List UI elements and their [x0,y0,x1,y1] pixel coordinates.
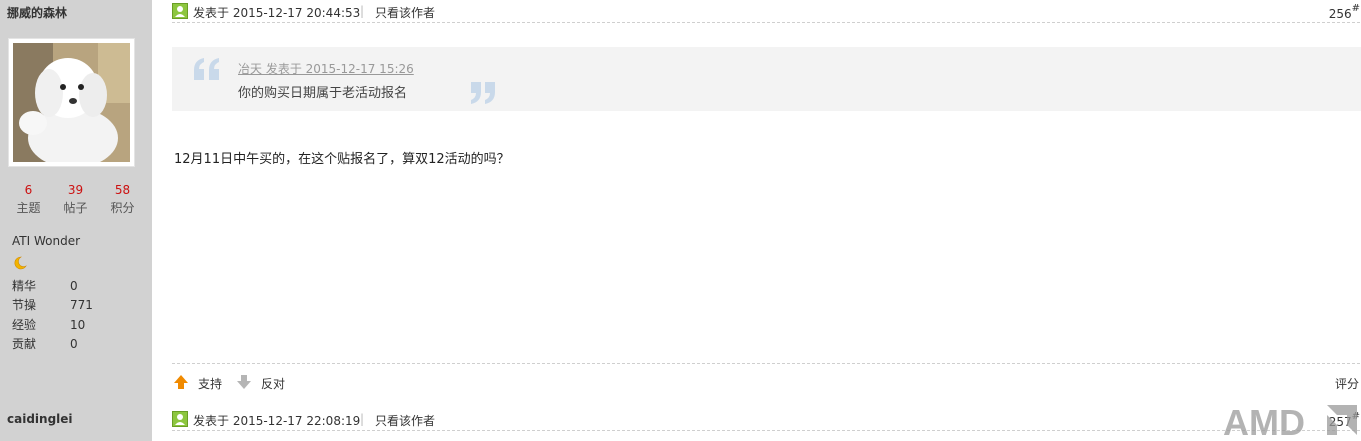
quote-author-link[interactable]: 冶天 发表于 2015-12-17 15:26 [238,60,414,77]
online-status-icon [172,3,188,19]
only-author-link[interactable]: 只看该作者 [375,4,435,21]
credit-name: 贡献 [12,337,37,352]
post-time: 发表于 2015-12-17 22:08:19 [193,414,361,428]
arrow-down-icon [237,375,251,389]
floor-mark: # [1351,3,1360,14]
oppose-button[interactable]: 反对 [236,374,296,391]
post-actions-divider [172,363,1360,364]
online-status-icon [172,411,188,427]
credit-row: 经验 10 [12,316,132,335]
stat-value: 39 [67,183,84,197]
moon-icon [14,256,27,270]
support-button[interactable]: 支持 [173,374,233,391]
stat-label: 帖子 [63,201,88,215]
avatar[interactable] [8,38,135,167]
only-author-link[interactable]: 只看该作者 [375,412,435,429]
floor-number[interactable]: 256# [1328,3,1360,21]
amd-logo: AMD [1223,402,1357,438]
credit-value: 0 [70,279,78,293]
credit-value: 771 [70,298,93,313]
stat-label: 积分 [110,201,135,215]
user-rank[interactable]: ATI Wonder [12,234,80,248]
quote-block: 冶天 发表于 2015-12-17 15:26 你的购买日期属于老活动报名 [172,47,1361,111]
post-time: 发表于 2015-12-17 20:44:53 [193,6,361,20]
post-header: 发表于 2015-12-17 20:44:53 | 只看该作者 256# [172,0,1360,23]
author-stats: 6 主题 39 帖子 58 积分 [5,183,146,218]
separator: | [360,4,365,18]
amd-logo-text: AMD [1223,402,1305,438]
stat-points[interactable]: 58 积分 [99,183,146,218]
arrow-up-icon [174,375,188,389]
stat-value: 58 [114,183,131,197]
open-quote-icon [194,58,219,80]
stat-value: 6 [24,183,33,197]
rate-button[interactable]: 评分 [1335,375,1359,392]
credit-name: 节操 [12,298,37,313]
credit-row: 贡献 0 [12,335,132,354]
stat-posts[interactable]: 39 帖子 [52,183,99,218]
floor-value: 256 [1328,7,1352,21]
stat-label: 主题 [16,201,41,215]
support-label: 支持 [198,377,223,391]
stat-topics[interactable]: 6 主题 [5,183,52,218]
separator: | [360,412,365,426]
post-content: 12月11日中午买的，在这个贴报名了，算双12活动的吗？ [174,152,510,167]
dog-avatar-icon [13,43,130,162]
author-username[interactable]: 挪威的森林 [7,4,67,21]
credit-name: 精华 [12,279,37,293]
credit-value: 0 [70,337,78,352]
quote-text: 你的购买日期属于老活动报名 [238,86,408,101]
oppose-label: 反对 [261,377,286,391]
credit-name: 经验 [12,317,37,332]
author-sidebar: 挪威的森林 6 主题 39 帖子 58 积分 ATI Wonder 精华 0 节… [0,0,152,441]
avatar-image[interactable] [13,43,130,162]
credit-row: 精华 0 [12,277,132,296]
credit-value: 10 [70,317,86,332]
post-header: 发表于 2015-12-17 22:08:19 | 只看该作者 257# [172,408,1360,431]
credit-list: 精华 0 节操 771 经验 10 贡献 0 [12,277,132,355]
next-author-username[interactable]: caidinglei [7,412,73,426]
close-quote-icon [471,82,495,104]
credit-row: 节操 771 [12,296,132,315]
